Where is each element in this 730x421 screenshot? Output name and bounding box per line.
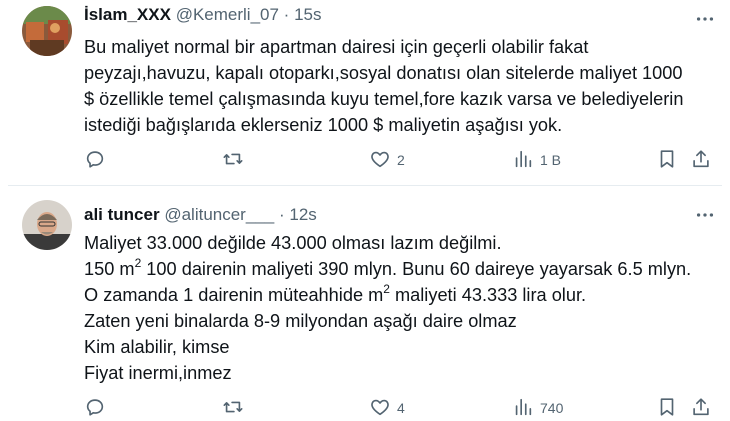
views-bar-chart-icon: [512, 396, 534, 421]
retweet-icon: [222, 148, 244, 173]
superscript: 2: [134, 255, 142, 270]
text-fragment: 100 dairenin maliyeti 390 mlyn. Bunu 60 …: [141, 259, 692, 279]
tweet-text-line: Bu maliyet normal bir apartman dairesi i…: [84, 37, 589, 57]
tweet-header: ali tuncer @alituncer___ · 12s: [84, 204, 317, 226]
share-button[interactable]: [690, 148, 712, 172]
like-button[interactable]: 2: [369, 148, 405, 172]
display-name[interactable]: ali tuncer: [84, 205, 160, 224]
action-bar: 4 740: [84, 396, 714, 420]
separator-dot: ·: [283, 5, 290, 24]
superscript: 2: [383, 281, 390, 296]
share-icon: [690, 396, 712, 421]
timestamp[interactable]: 15s: [294, 5, 321, 24]
views-count: 740: [540, 400, 564, 416]
tweet-header: İslam_XXX @Kemerli_07 · 15s: [84, 4, 322, 26]
tweet-text-line: Kim alabilir, kimse: [84, 337, 230, 357]
like-count: 4: [397, 400, 405, 416]
heart-icon: [369, 148, 391, 173]
reply-icon: [84, 396, 106, 421]
reply-button[interactable]: [84, 148, 112, 172]
bookmark-icon: [656, 148, 678, 173]
bookmark-icon: [656, 396, 678, 421]
retweet-button[interactable]: [222, 148, 250, 172]
bookmark-button[interactable]: [656, 396, 678, 420]
views-button[interactable]: 1 B: [512, 148, 561, 172]
like-button[interactable]: 4: [369, 396, 405, 420]
separator-dot: ·: [278, 205, 285, 224]
retweet-button[interactable]: [222, 396, 250, 420]
tweet-text: Maliyet 33.000 değilde 43.000 olması laz…: [84, 230, 724, 386]
tweet-text: Bu maliyet normal bir apartman dairesi i…: [84, 34, 724, 138]
reply-icon: [84, 148, 106, 173]
avatar[interactable]: [22, 6, 72, 56]
user-handle[interactable]: @Kemerli_07: [176, 5, 279, 24]
tweet-text-line: 150 m2 100 dairenin maliyeti 390 mlyn. B…: [84, 256, 724, 282]
more-horizontal-icon[interactable]: [694, 204, 716, 226]
tweet-text-line: peyzajı,havuzu, kapalı otoparkı,sosyal d…: [84, 63, 683, 83]
tweet-text-line: Zaten yeni binalarda 8-9 milyondan aşağı…: [84, 311, 517, 331]
tweet-text-line: $ özellikle temel çalışmasında kuyu teme…: [84, 89, 684, 109]
share-button[interactable]: [690, 396, 712, 420]
retweet-icon: [222, 396, 244, 421]
tweet-text-line: Maliyet 33.000 değilde 43.000 olması laz…: [84, 233, 502, 253]
text-fragment: maliyeti 43.333 lira olur.: [389, 285, 587, 305]
views-button[interactable]: 740: [512, 396, 563, 420]
tweet-1[interactable]: İslam_XXX @Kemerli_07 · 15s Bu maliyet n…: [0, 0, 730, 186]
action-bar: 2 1 B: [84, 148, 714, 172]
tweet-2[interactable]: ali tuncer @alituncer___ · 12s Maliyet 3…: [0, 186, 730, 420]
avatar[interactable]: [22, 200, 72, 250]
more-horizontal-icon[interactable]: [694, 8, 716, 30]
bookmark-button[interactable]: [656, 148, 678, 172]
display-name[interactable]: İslam_XXX: [84, 5, 171, 24]
views-count: 1 B: [540, 152, 562, 168]
tweet-text-line: O zamanda 1 dairenin müteahhide m2 maliy…: [84, 282, 724, 308]
share-icon: [690, 148, 712, 173]
text-fragment: 150 m: [84, 259, 135, 279]
heart-icon: [369, 396, 391, 421]
timestamp[interactable]: 12s: [289, 205, 316, 224]
reply-button[interactable]: [84, 396, 112, 420]
like-count: 2: [397, 152, 405, 168]
text-fragment: O zamanda 1 dairenin müteahhide m: [84, 285, 384, 305]
tweet-text-line: istediği bağışlarıda eklerseniz 1000 $ m…: [84, 115, 563, 135]
tweet-text-line: Fiyat inermi,inmez: [84, 363, 232, 383]
user-handle[interactable]: @alituncer___: [164, 205, 274, 224]
views-bar-chart-icon: [512, 148, 534, 173]
